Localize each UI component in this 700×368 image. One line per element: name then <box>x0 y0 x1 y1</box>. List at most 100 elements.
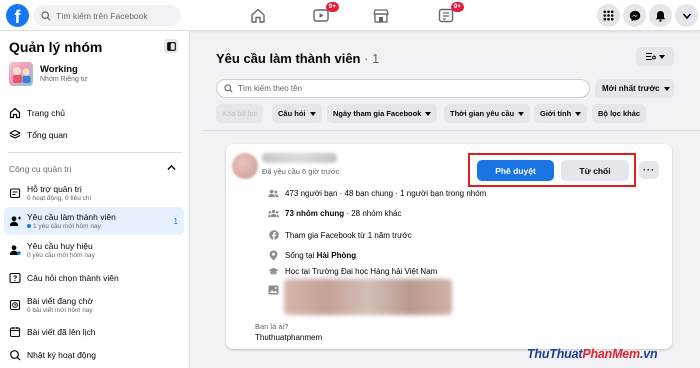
home-icon <box>9 107 21 119</box>
top-navigation-bar: f Tìm kiếm trên Facebook 9+ 9+ <box>0 0 700 31</box>
menu-grid-button[interactable] <box>597 4 620 27</box>
watermark-part: .vn <box>639 347 658 361</box>
info-row-friends: 473 người bạn · 48 bạn chung · 1 người b… <box>268 189 486 198</box>
sidebar-item-badge-requests[interactable]: Yêu cầu huy hiệu 0 yêu cầu mới hôm nay <box>4 237 184 263</box>
group-cover-thumbnail[interactable] <box>9 62 33 86</box>
sidebar-item-label: Tổng quan <box>27 130 68 140</box>
account-menu-button[interactable] <box>675 4 698 27</box>
sidebar-item-scheduled-posts[interactable]: Bài viết đã lên lịch <box>4 322 184 342</box>
caret-down-icon <box>663 86 670 91</box>
group-name[interactable]: Working <box>40 64 78 75</box>
search-icon <box>41 10 51 21</box>
search-placeholder: Tìm kiếm theo tên <box>238 84 303 93</box>
sidebar-title: Quản lý nhóm <box>9 39 103 55</box>
approve-button[interactable]: Phê duyệt <box>477 160 554 181</box>
admin-assist-icon <box>9 188 21 199</box>
messenger-icon <box>629 10 640 21</box>
sidebar-item-membership-questions[interactable]: Câu hỏi chọn thành viên <box>4 268 184 288</box>
notifications-button[interactable] <box>649 4 672 27</box>
sidebar-item-label: Bài viết đang chờ <box>27 296 94 306</box>
more-options-button[interactable]: ··· <box>639 161 659 179</box>
grid-icon <box>603 10 614 21</box>
facebook-icon <box>268 230 279 240</box>
layers-icon <box>9 129 21 139</box>
collapse-sidebar-button[interactable] <box>164 39 178 53</box>
sidebar-divider <box>8 152 182 153</box>
facebook-search-input[interactable]: Tìm kiếm trên Facebook <box>33 5 181 26</box>
sidebar-item-label: Câu hỏi chọn thành viên <box>27 273 119 283</box>
sidebar-item-activity-log[interactable]: Nhật ký hoạt động <box>4 345 184 365</box>
joined-text: Tham gia Facebook từ 1 năm trước <box>285 230 412 240</box>
sidebar-item-sublabel: 1 yêu cầu mới hôm nay <box>27 223 116 230</box>
facebook-logo-icon[interactable]: f <box>6 4 29 27</box>
marketplace-nav-icon[interactable] <box>370 5 392 25</box>
watch-nav-icon[interactable]: 9+ <box>310 2 339 25</box>
photo-icon <box>268 285 279 295</box>
friends-icon <box>268 189 279 198</box>
sidebar-item-sublabel: 0 bài viết mới hôm nay <box>27 307 93 314</box>
group-privacy: Nhóm Riêng tư <box>40 76 88 83</box>
sidebar-item-label: Yêu cầu làm thành viên <box>27 212 116 222</box>
sidebar-item-label: Hỗ trợ quản trị <box>27 184 82 194</box>
sidebar-item-admin-assist[interactable]: Hỗ trợ quản trị 0 hoạt động, 0 tiêu chí <box>4 181 184 205</box>
sidebar-item-overview[interactable]: Tổng quan <box>4 125 184 145</box>
sort-dropdown[interactable]: Mới nhất trước <box>595 79 674 98</box>
groups-nav-icon[interactable]: 9+ <box>435 2 464 25</box>
home-nav-icon[interactable] <box>247 5 269 25</box>
group-admin-sidebar: Quản lý nhóm Working Nhóm Riêng tư Trang… <box>0 31 190 368</box>
requester-name-blurred[interactable] <box>262 153 337 163</box>
request-time: Đã yêu cầu 6 giờ trước <box>262 167 340 176</box>
recent-photos-blurred[interactable] <box>284 279 452 315</box>
info-row-groups: 73 nhóm chung · 28 nhóm khác <box>268 209 402 218</box>
member-requests-count: 1 <box>173 216 178 226</box>
activity-log-icon <box>10 350 21 361</box>
search-icon <box>224 84 233 93</box>
friends-text: 473 người bạn · 48 bạn chung · 1 người b… <box>285 189 487 198</box>
filter-request-time-dropdown[interactable]: Thời gian yêu cầu <box>444 104 531 123</box>
page-title: Yêu cầu làm thành viên · 1 <box>216 51 379 66</box>
clear-filters-button[interactable]: Xóa bộ lọc <box>216 104 264 123</box>
chip-label: Ngày tham gia Facebook <box>333 109 422 118</box>
admin-tools-section-header[interactable]: Công cụ quản trị <box>9 164 71 174</box>
graduation-cap-icon <box>268 267 279 275</box>
filter-questions-dropdown[interactable]: Câu hỏi <box>272 104 322 123</box>
groups-text: 73 nhóm chung · 28 nhóm khác <box>285 209 402 218</box>
messenger-button[interactable] <box>623 4 646 27</box>
person-icon <box>9 216 21 226</box>
name-search-input[interactable]: Tìm kiếm theo tên <box>216 79 590 98</box>
requester-avatar[interactable] <box>232 153 258 179</box>
search-placeholder: Tìm kiếm trên Facebook <box>56 10 148 21</box>
unread-dot <box>27 224 31 229</box>
chip-label: Thời gian yêu cầu <box>450 109 515 118</box>
info-row-education: Học tại Trường Đại học Hàng hải Việt Nam <box>268 267 437 276</box>
membership-question: Bạn là ai? <box>255 322 289 331</box>
chevron-up-icon[interactable] <box>167 164 176 171</box>
sidebar-item-member-requests[interactable]: Yêu cầu làm thành viên 1 yêu cầu mới hôm… <box>4 207 184 235</box>
caret-down-icon <box>425 111 432 116</box>
more-filters-button[interactable]: Bộ lọc khác <box>592 104 647 123</box>
location-text: Sống tại Hải Phòng <box>285 251 357 260</box>
sidebar-item-pending-posts[interactable]: Bài viết đang chờ 0 bài viết mới hôm nay <box>4 292 184 318</box>
chip-label: Bộ lọc khác <box>598 109 641 118</box>
caret-down-icon <box>309 111 316 116</box>
panel-toggle-icon <box>166 41 176 51</box>
request-count: · 1 <box>360 51 380 66</box>
question-icon <box>9 272 21 284</box>
view-options-button[interactable] <box>636 47 674 66</box>
info-row-location: Sống tại Hải Phòng <box>268 250 356 261</box>
sidebar-item-home[interactable]: Trang chủ <box>4 103 184 123</box>
chip-label: Giới tính <box>540 109 572 118</box>
decline-button[interactable]: Từ chối <box>561 160 629 181</box>
calendar-icon <box>9 327 21 338</box>
groups-notification-badge: 9+ <box>450 2 464 12</box>
sidebar-item-label: Bài viết đã lên lịch <box>27 327 96 337</box>
filter-join-date-dropdown[interactable]: Ngày tham gia Facebook <box>327 104 438 123</box>
filter-gender-dropdown[interactable]: Giới tính <box>534 104 588 123</box>
sidebar-item-label: Yêu cầu huy hiệu <box>27 241 93 251</box>
chevron-down-icon <box>682 12 691 19</box>
location-pin-icon <box>269 250 278 261</box>
caret-down-icon <box>518 111 525 116</box>
sidebar-item-sublabel: 0 yêu cầu mới hôm nay <box>27 252 95 259</box>
chip-label: Xóa bộ lọc <box>222 109 258 118</box>
chip-label: Câu hỏi <box>278 109 306 118</box>
